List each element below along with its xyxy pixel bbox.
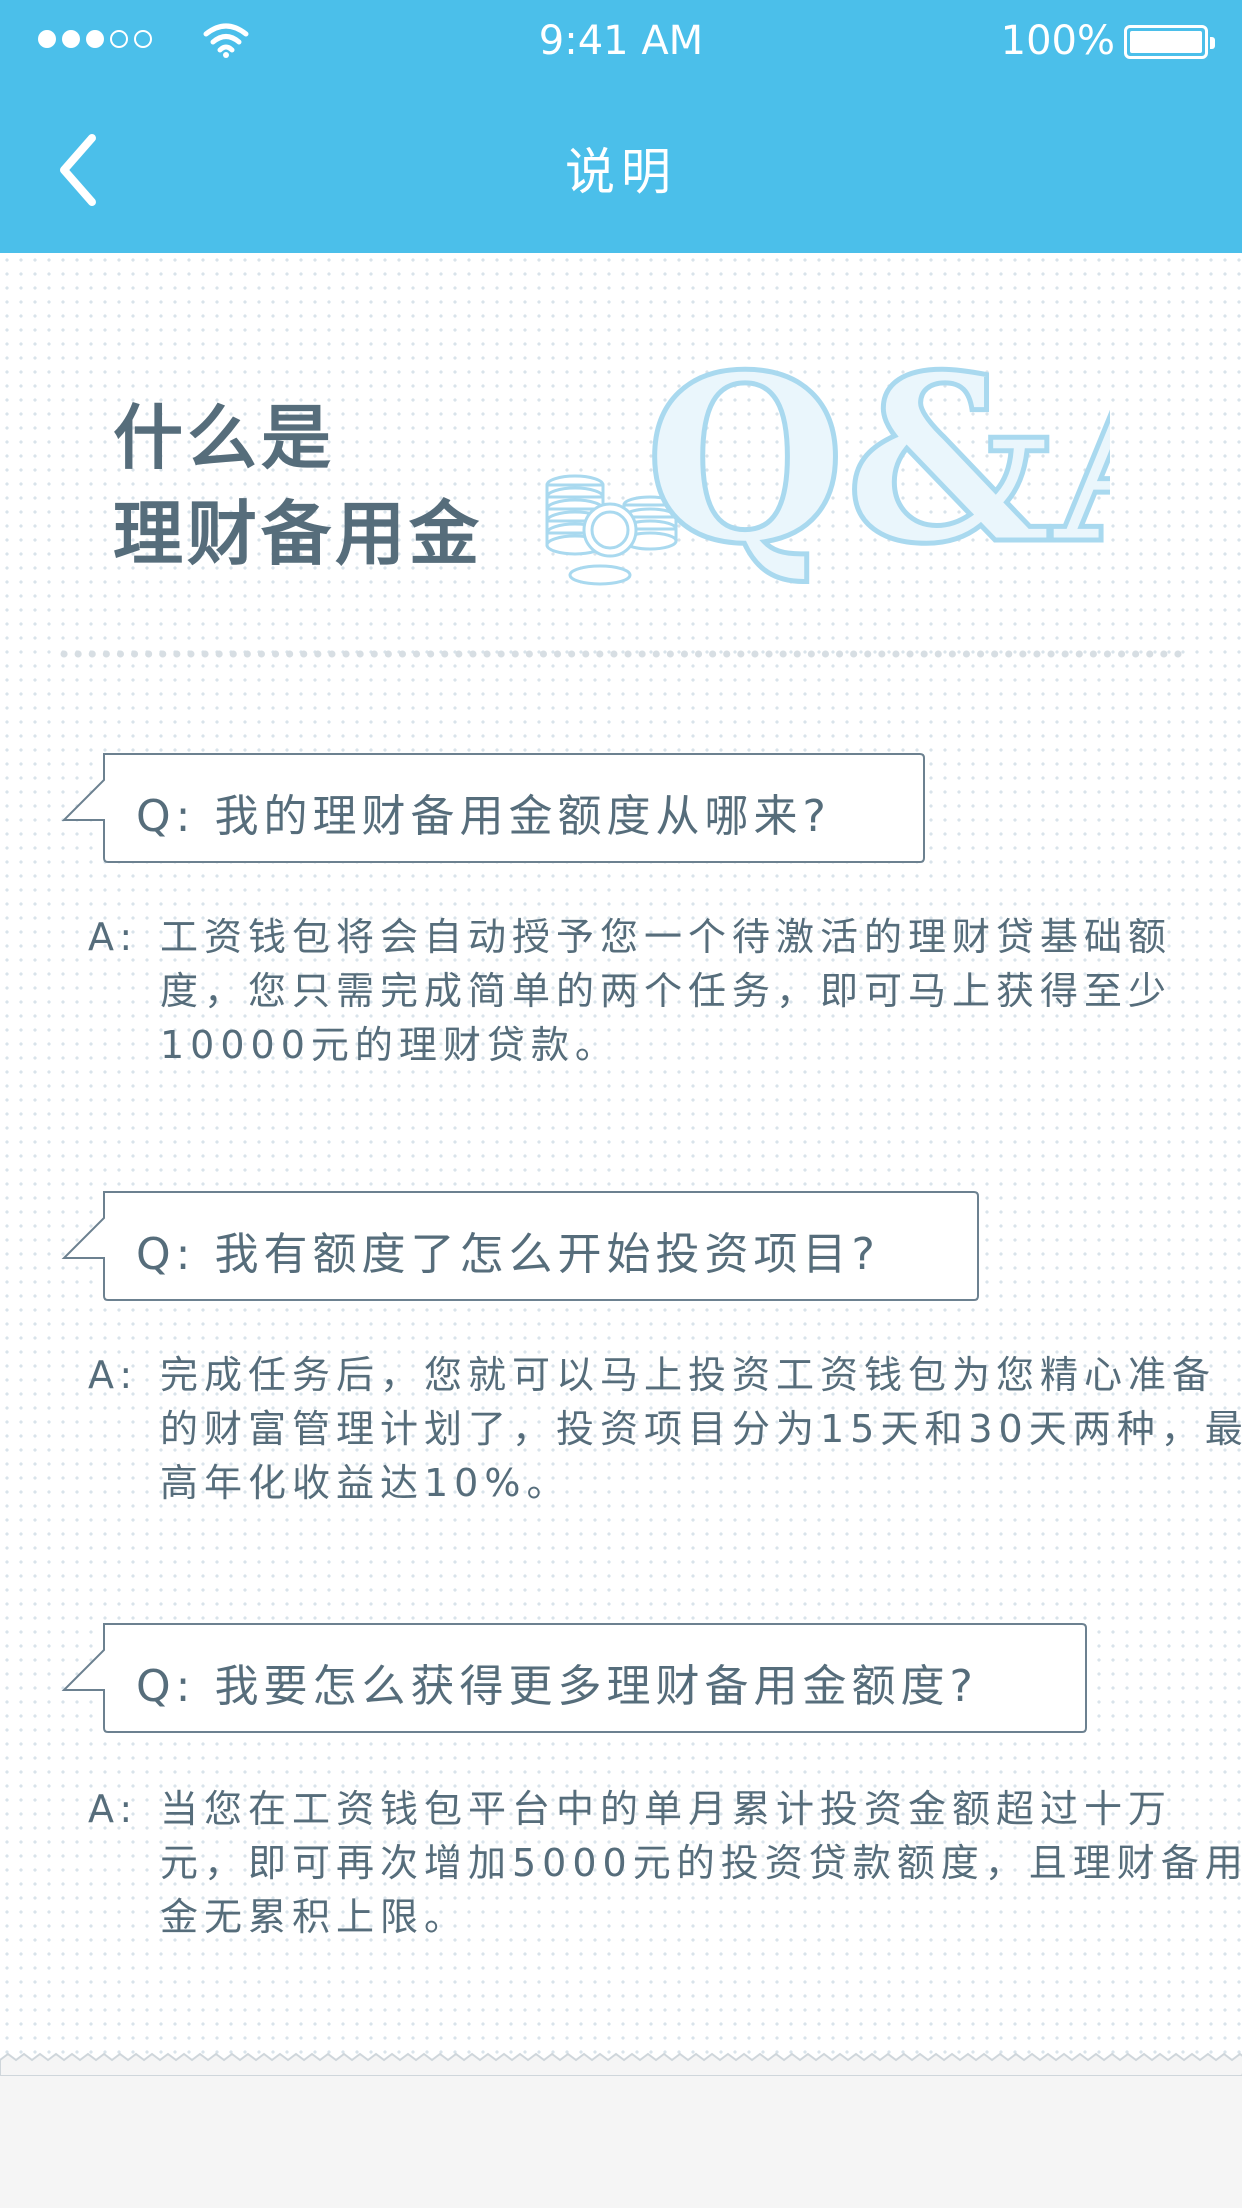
status-bar: 9:41 AM 100% [0,0,1242,90]
question-bubble-2: Q: 我有额度了怎么开始投资项目? [60,1190,980,1302]
answer-prefix: A: [88,1787,139,1831]
page-title: 说明 [565,143,677,201]
answer-text: 当您在工资钱包平台中的单月累计投资金额超过十万元，即可再次增加5000元的投资贷… [160,1787,1242,1939]
answer-text: 完成任务后，您就可以马上投资工资钱包为您精心准备的财富管理计划了，投资项目分为1… [160,1353,1242,1505]
dotted-divider [60,650,1185,658]
qa-coins-illustration: Q&A [545,330,1110,598]
answer-prefix: A: [88,1353,139,1397]
question-bubble-3: Q: 我要怎么获得更多理财备用金额度? [60,1622,1090,1734]
question-text: Q: 我要怎么获得更多理财备用金额度? [136,1661,978,1712]
hero-title-line2: 理财备用金 [113,493,483,575]
footer-area [0,2076,1242,2208]
paper-zigzag-edge [0,2052,1242,2076]
answer-prefix: A: [88,915,139,959]
qa-art-text: Q&A [645,330,1110,595]
question-bubble-1: Q: 我的理财备用金额度从哪来? [60,752,940,864]
hero-title-line1: 什么是 [113,397,335,479]
answer-text: 工资钱包将会自动授予您一个待激活的理财贷基础额度，您只需完成简单的两个任务，即可… [160,915,1173,1067]
app-header: 9:41 AM 100% 说明 [0,0,1242,253]
battery-percentage: 100% [1000,18,1115,64]
battery-icon [1124,25,1215,59]
question-text: Q: 我有额度了怎么开始投资项目? [136,1229,880,1280]
navigation-bar: 说明 [0,90,1242,253]
question-text: Q: 我的理财备用金额度从哪来? [136,791,831,842]
hero-title: 什么是 理财备用金 [113,390,483,582]
